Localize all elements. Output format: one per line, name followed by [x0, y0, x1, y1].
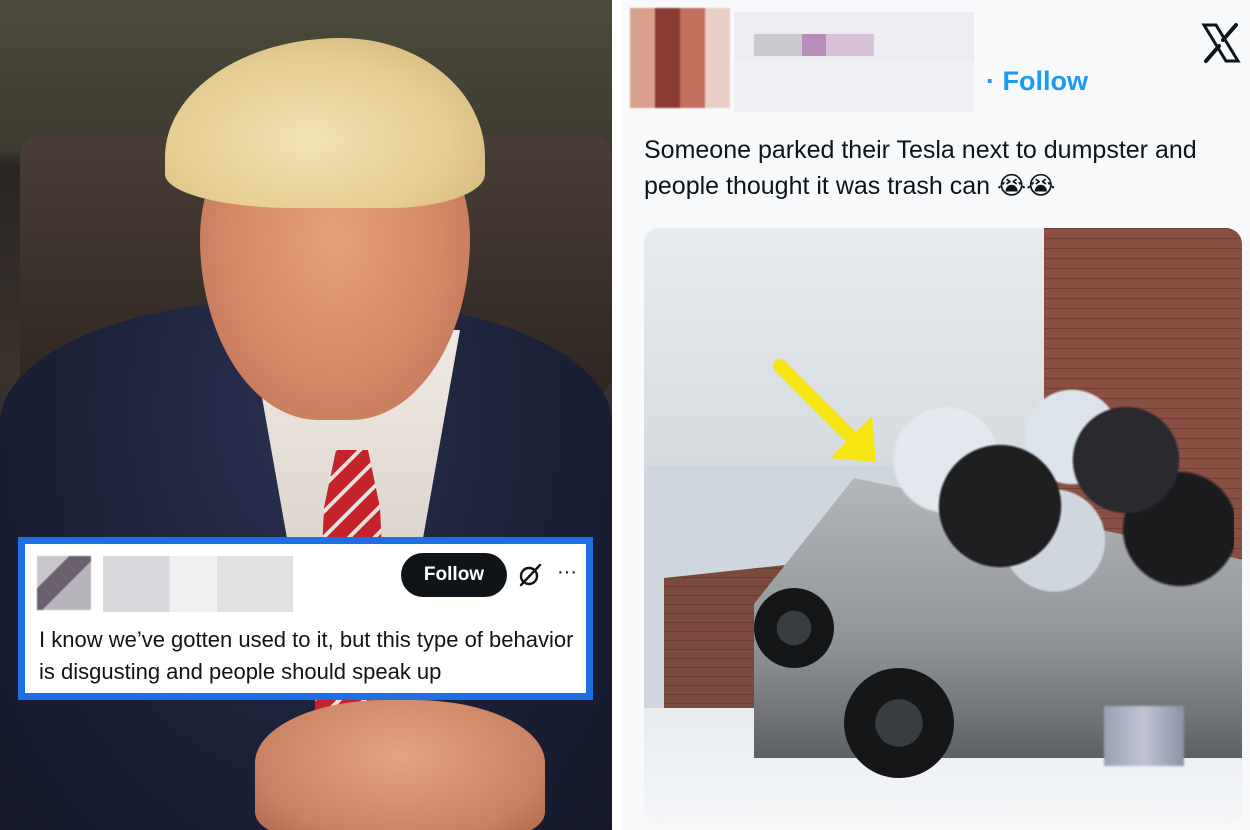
avatar[interactable] — [630, 8, 730, 108]
redacted-username — [103, 556, 293, 612]
blurred-license-plate — [1104, 706, 1184, 766]
quoted-post-card[interactable]: Follow ··· I know we’ve gotten used to i… — [18, 537, 593, 700]
quoted-post-text: I know we’ve gotten used to it, but this… — [39, 627, 574, 684]
redacted-username — [734, 12, 974, 112]
tweet-photo[interactable] — [644, 228, 1242, 824]
wheel-icon — [754, 588, 834, 668]
panel-divider — [612, 0, 622, 830]
x-logo-icon[interactable] — [1200, 22, 1242, 64]
video-still-panel: Follow ··· I know we’ve gotten used to i… — [0, 0, 612, 830]
avatar[interactable] — [37, 556, 91, 610]
tweet-text: Someone parked their Tesla next to dumps… — [644, 136, 1197, 200]
arrow-annotation — [773, 359, 876, 462]
tweet-screenshot-panel: · Follow Someone parked their Tesla next… — [622, 0, 1250, 830]
grok-icon[interactable] — [517, 562, 543, 588]
clasped-hands — [255, 700, 545, 830]
follow-button[interactable]: Follow — [401, 553, 507, 597]
more-icon[interactable]: ··· — [553, 558, 581, 586]
wheel-icon — [844, 668, 954, 778]
trash-bags-pile — [874, 368, 1234, 598]
follow-link[interactable]: · Follow — [986, 66, 1088, 97]
